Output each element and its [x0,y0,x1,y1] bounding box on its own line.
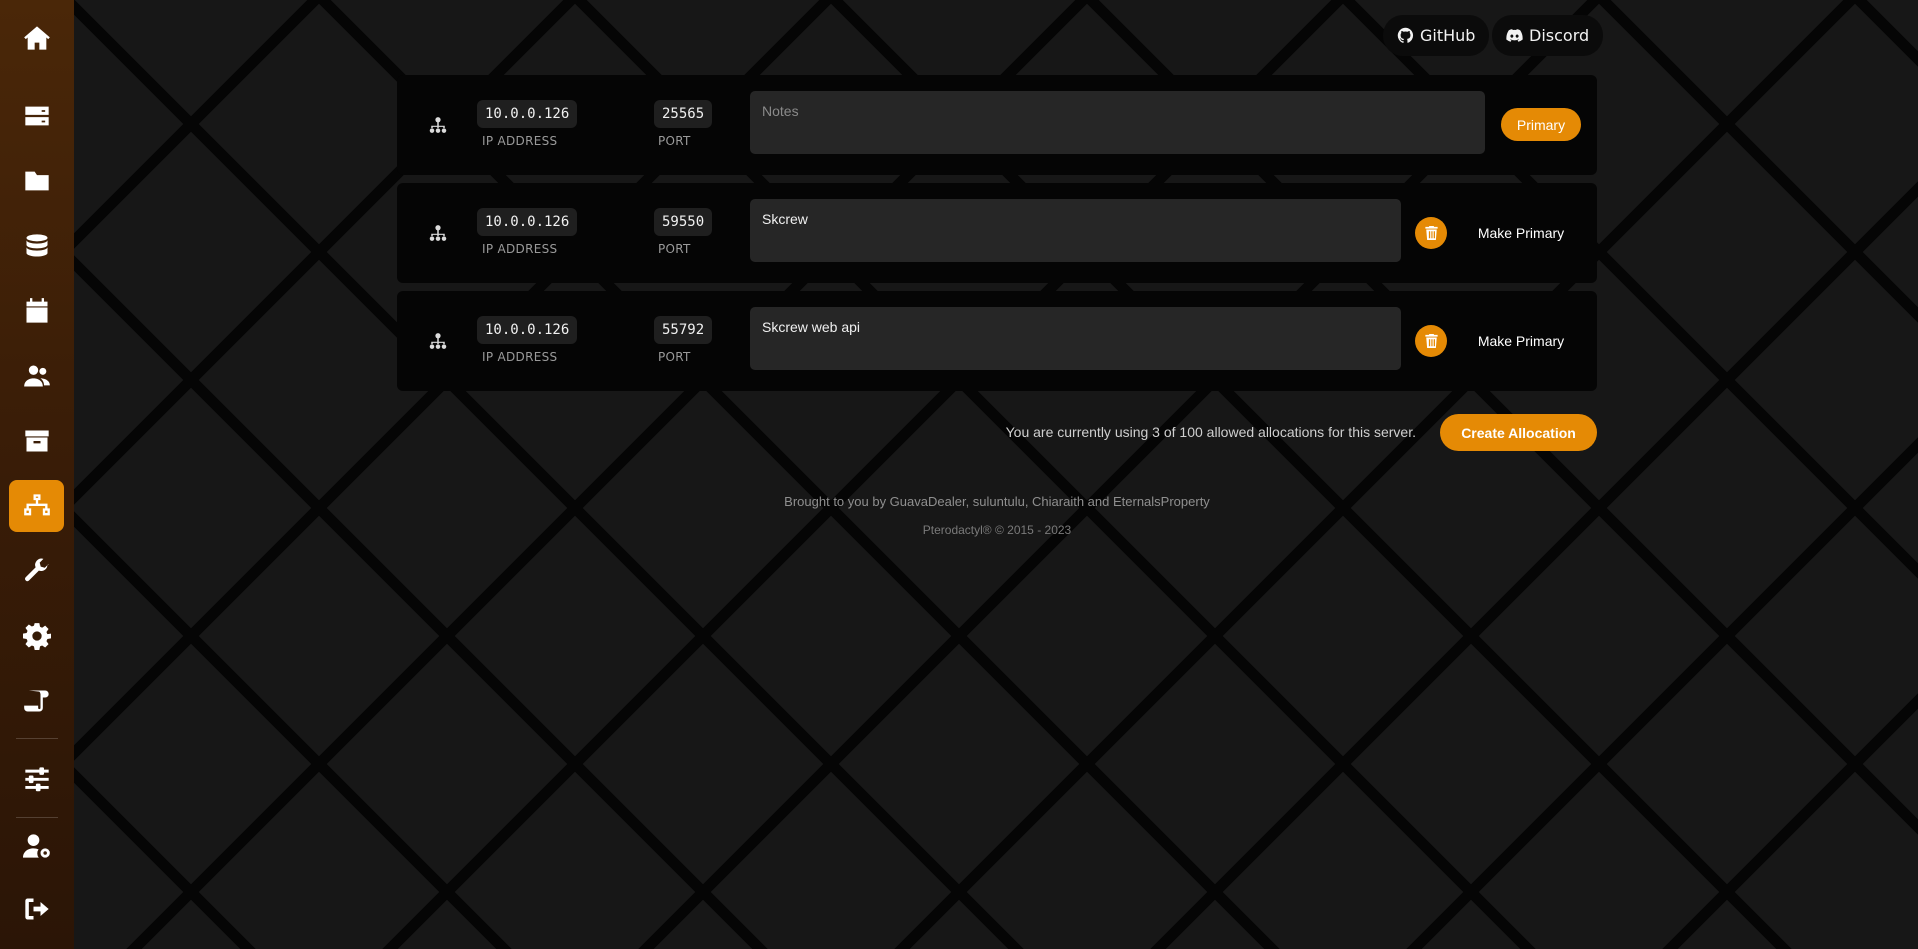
notes-input[interactable] [750,91,1485,154]
ip-address-value: 10.0.0.126 [477,100,578,128]
sidebar-item-admin[interactable] [9,753,64,805]
sidebar-item-backups[interactable] [9,415,64,467]
sidebar-divider [16,817,58,818]
github-label: GitHub [1420,26,1476,45]
sidebar-item-databases[interactable] [9,220,64,272]
notes-input[interactable] [750,199,1401,262]
gear-icon [22,623,51,650]
github-link[interactable]: GitHub [1383,15,1490,56]
github-icon [1397,27,1414,43]
ip-address-label: IP ADDRESS [482,350,558,364]
ip-address-label: IP ADDRESS [482,134,558,148]
sidebar-item-activity[interactable] [9,675,64,727]
calendar-icon [26,298,47,323]
port-label: PORT [658,350,691,364]
allocation-usage-text: You are currently using 3 of 100 allowed… [1005,424,1416,440]
port-value: 25565 [654,100,713,128]
network-icon [429,223,447,243]
delete-allocation-button[interactable] [1415,325,1447,357]
sidebar-item-schedules[interactable] [9,285,64,337]
port-label: PORT [658,134,691,148]
scroll-icon [23,690,49,712]
users-icon [23,365,50,387]
allocation-row: 10.0.0.126 IP ADDRESS 25565 PORT Primary [397,75,1597,175]
folder-icon [24,171,49,191]
sidebar-item-network[interactable] [9,480,64,532]
notes-input[interactable] [750,307,1401,370]
footer-copyright: Pterodactyl® © 2015 - 2023 [922,523,1072,537]
allocation-row: 10.0.0.126 IP ADDRESS 55792 PORT Make Pr… [397,291,1597,391]
sidebar-item-startup[interactable] [9,545,64,597]
sidebar-item-home[interactable] [9,12,64,64]
network-icon [429,115,447,135]
delete-allocation-button[interactable] [1415,217,1447,249]
discord-link[interactable]: Discord [1492,15,1604,56]
trash-icon [1424,226,1438,240]
home-icon [23,26,50,50]
sidebar-item-files[interactable] [9,155,64,207]
create-allocation-button[interactable]: Create Allocation [1440,414,1597,451]
discord-label: Discord [1529,26,1590,45]
port-value: 55792 [654,316,713,344]
sidebar-item-account[interactable] [9,820,64,872]
trash-icon [1424,334,1438,348]
sliders-icon [24,767,49,792]
port-label: PORT [658,242,691,256]
sign-out-icon [24,898,49,920]
allocation-row: 10.0.0.126 IP ADDRESS 59550 PORT Make Pr… [397,183,1597,283]
wrench-icon [24,558,49,582]
archive-icon [24,430,49,452]
footer-credits: Brought to you by GuavaDealer, suluntulu… [784,494,1210,509]
sidebar-item-logout[interactable] [9,883,64,935]
sidebar-item-server[interactable] [9,90,64,142]
ip-address-label: IP ADDRESS [482,242,558,256]
network-icon [429,331,447,351]
port-value: 59550 [654,208,713,236]
sidebar-divider [16,738,58,739]
make-primary-button[interactable]: Make Primary [1461,324,1581,358]
primary-badge: Primary [1501,108,1581,141]
sidebar-item-settings[interactable] [9,610,64,662]
ip-address-value: 10.0.0.126 [477,208,578,236]
sidebar-item-users[interactable] [9,350,64,402]
ip-address-value: 10.0.0.126 [477,316,578,344]
network-icon [23,494,50,516]
sidebar [0,0,74,949]
database-icon [26,234,47,257]
make-primary-button[interactable]: Make Primary [1461,216,1581,250]
server-icon [24,106,49,126]
discord-icon [1506,29,1523,42]
user-gear-icon [22,834,50,858]
